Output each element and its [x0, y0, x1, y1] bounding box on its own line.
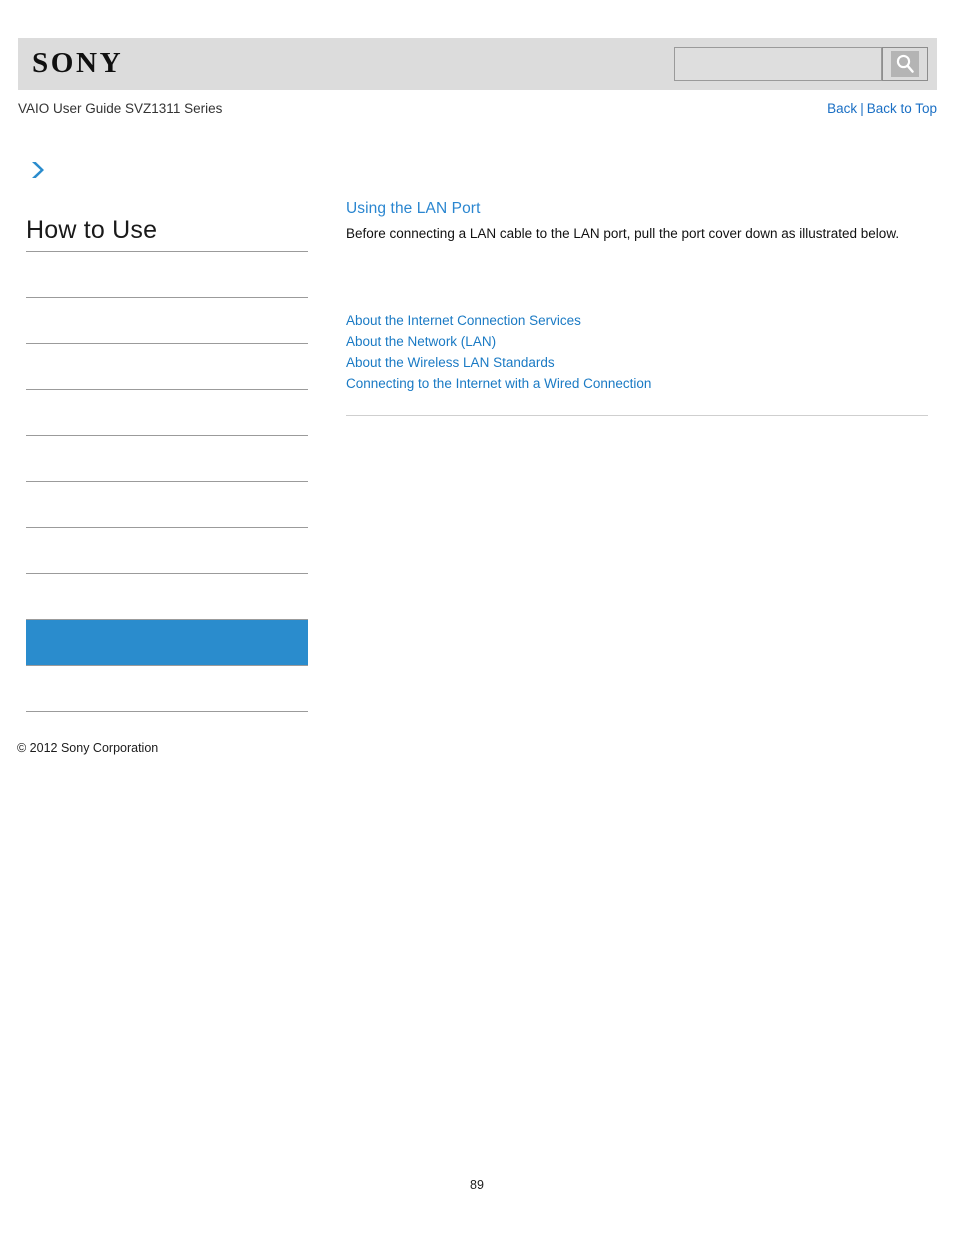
sidebar-item-3[interactable]: [26, 390, 308, 435]
search-button[interactable]: [882, 47, 928, 81]
chevron-right-icon[interactable]: [27, 159, 49, 181]
sidebar-item-1[interactable]: [26, 298, 308, 343]
main-content: Using the LAN Port Before connecting a L…: [346, 198, 928, 416]
back-to-top-link[interactable]: Back to Top: [867, 101, 937, 116]
page-title: Using the LAN Port: [346, 200, 481, 217]
sidebar-heading: How to Use: [26, 216, 158, 244]
search-box: [674, 47, 928, 81]
sidebar-item-5[interactable]: [26, 482, 308, 527]
guide-title: VAIO User Guide SVZ1311 Series: [18, 101, 223, 116]
nav-separator: |: [860, 101, 864, 116]
related-links-list: About the Internet Connection Services A…: [346, 310, 928, 394]
search-input[interactable]: [674, 47, 882, 81]
search-icon: [891, 51, 919, 77]
related-link-0[interactable]: About the Internet Connection Services: [346, 310, 928, 331]
content-divider: [346, 415, 928, 416]
site-header: SONY: [18, 38, 937, 90]
page-description: Before connecting a LAN cable to the LAN…: [346, 226, 900, 241]
sidebar-item-selected[interactable]: [26, 620, 308, 665]
sony-logo: SONY: [32, 48, 124, 79]
sidebar-item-4[interactable]: [26, 436, 308, 481]
sidebar-item-0[interactable]: [26, 252, 308, 297]
header-nav-links: Back | Back to Top: [827, 101, 937, 116]
page-number: 89: [470, 1178, 484, 1192]
sidebar: How to Use: [26, 155, 308, 712]
sidebar-item-2[interactable]: [26, 344, 308, 389]
back-link[interactable]: Back: [827, 101, 857, 116]
sidebar-divider: [26, 711, 308, 712]
related-link-2[interactable]: About the Wireless LAN Standards: [346, 352, 928, 373]
sidebar-item-6[interactable]: [26, 528, 308, 573]
related-link-1[interactable]: About the Network (LAN): [346, 331, 928, 352]
copyright-notice: © 2012 Sony Corporation: [17, 741, 159, 755]
related-link-3[interactable]: Connecting to the Internet with a Wired …: [346, 373, 928, 394]
sidebar-item-9[interactable]: [26, 666, 308, 711]
